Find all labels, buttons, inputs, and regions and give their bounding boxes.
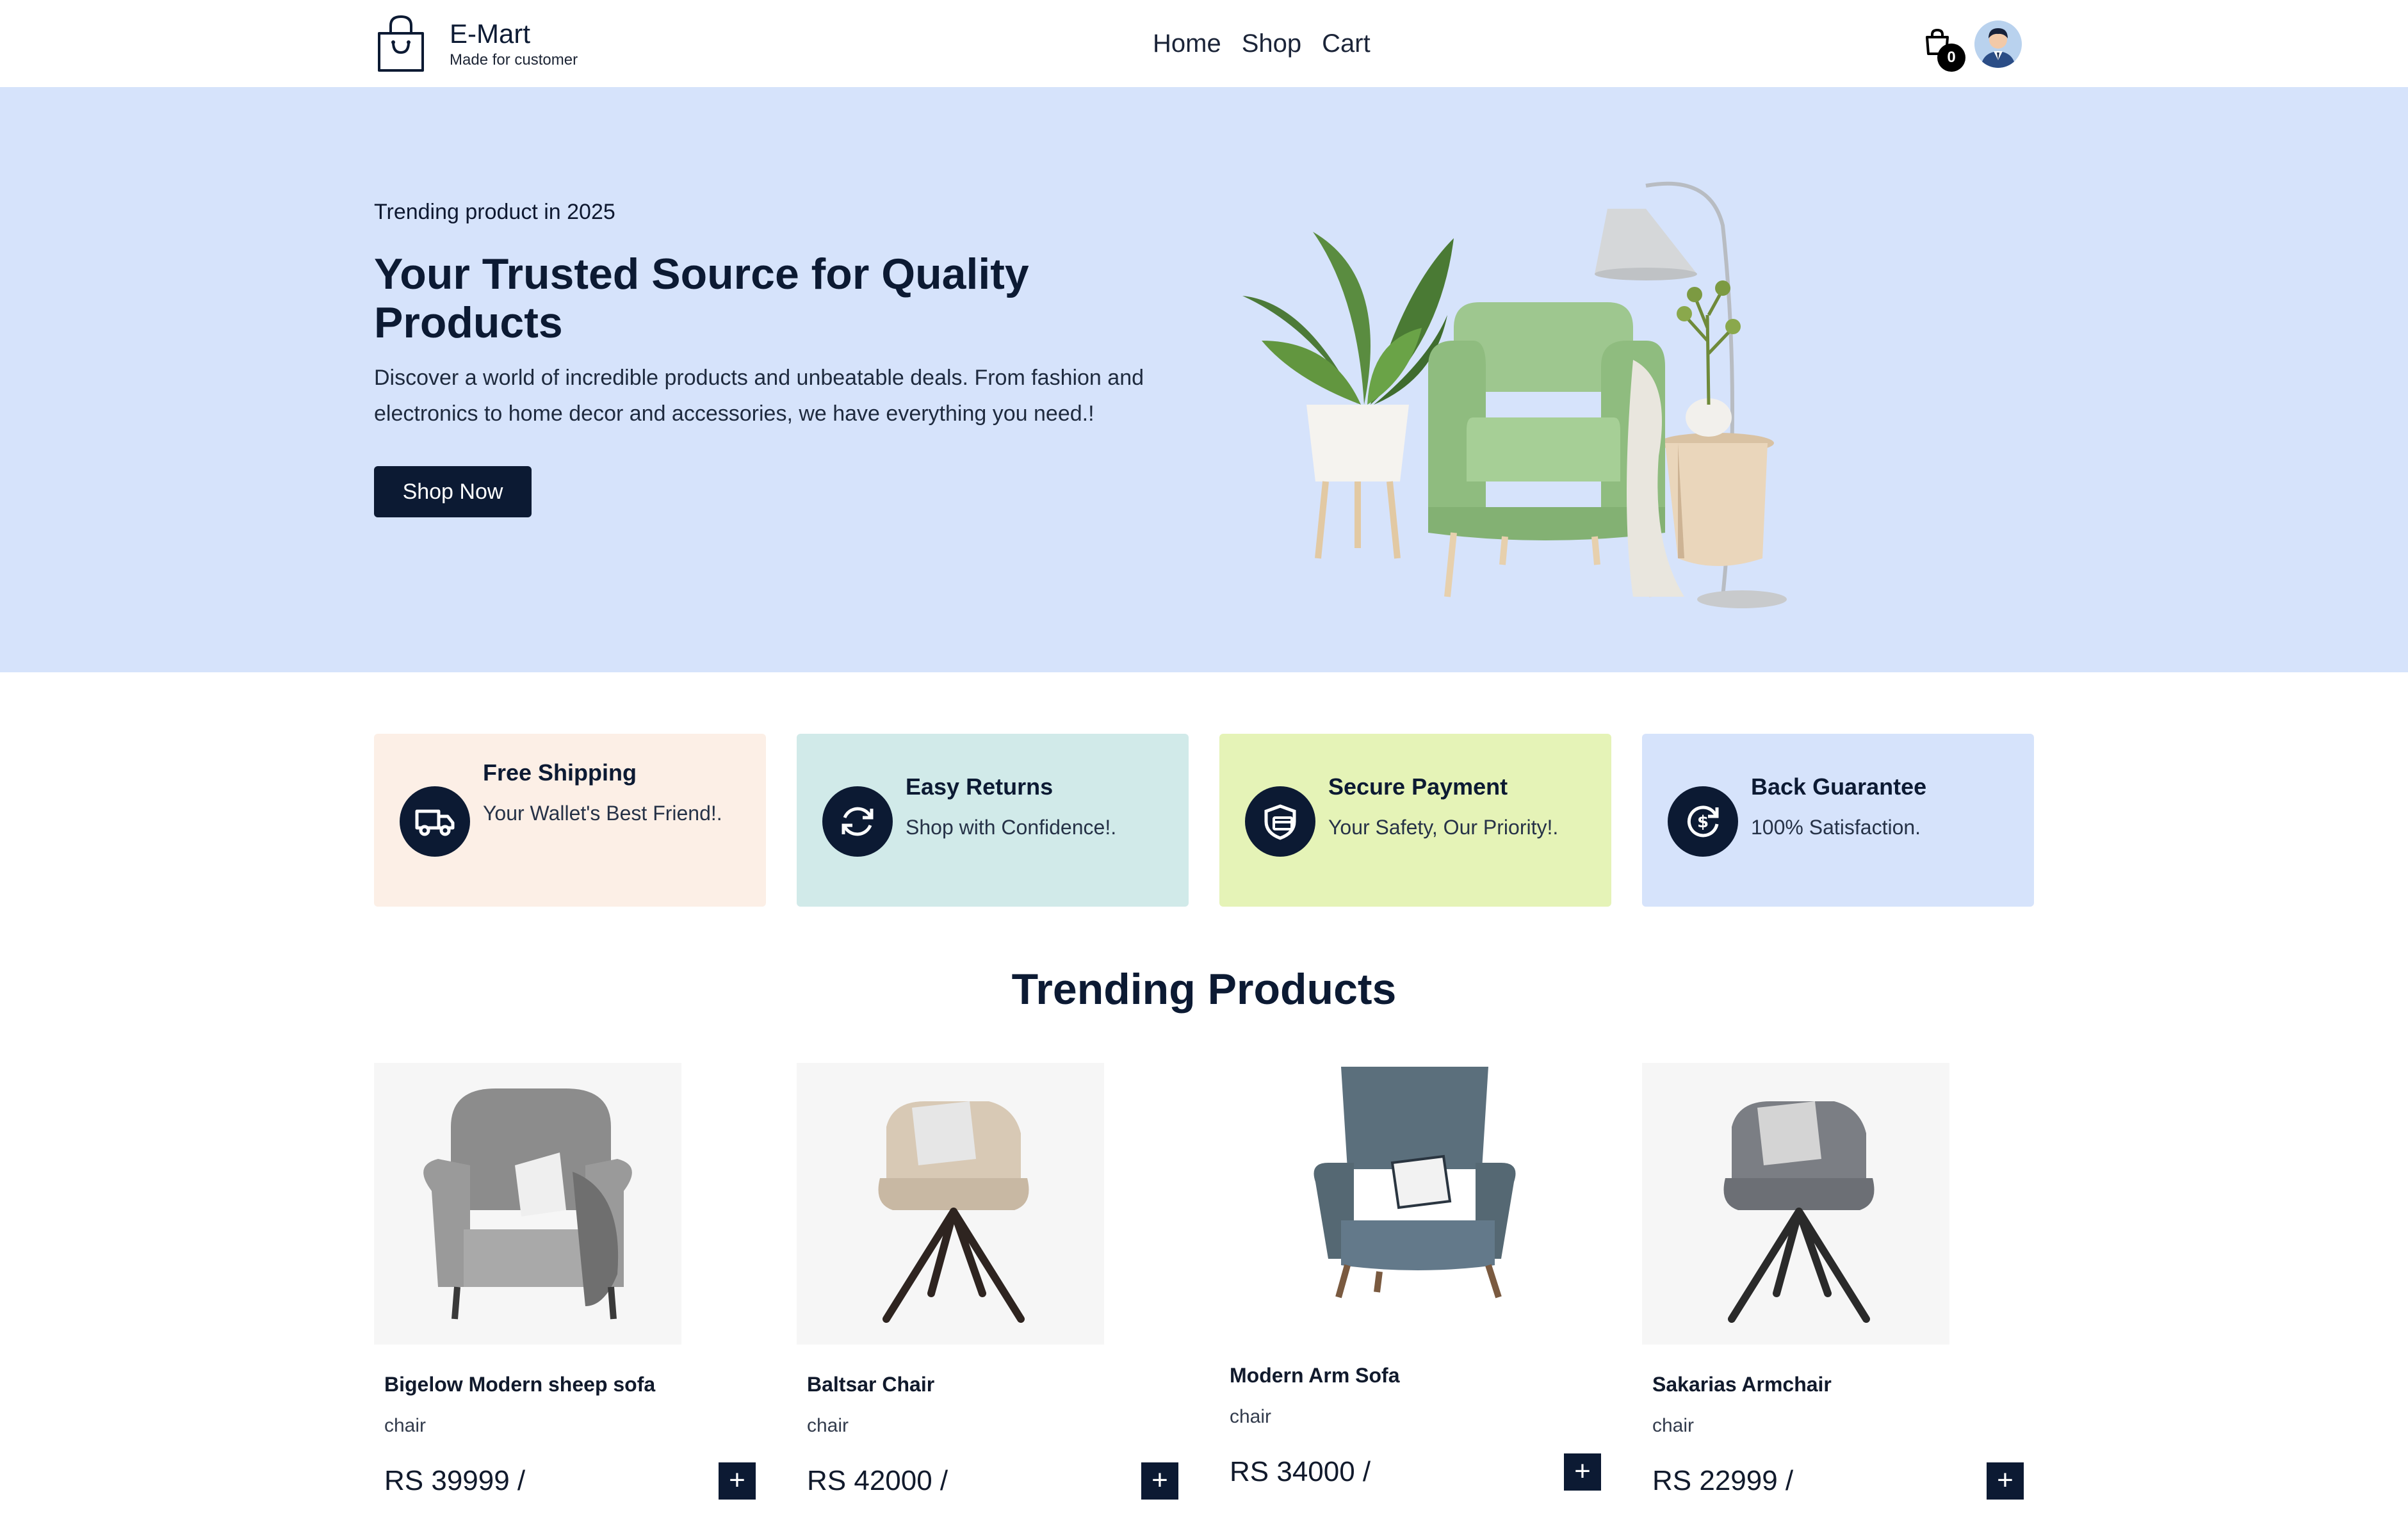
cart-count-badge: 0 <box>1937 44 1965 72</box>
refresh-icon <box>822 786 893 857</box>
add-to-cart-button[interactable]: + <box>1987 1462 2024 1500</box>
truck-icon <box>400 786 470 857</box>
hero-description: Discover a world of incredible products … <box>374 366 1144 426</box>
hero-eyebrow: Trending product in 2025 <box>374 200 615 224</box>
product-name: Bigelow Modern sheep sofa <box>384 1373 656 1396</box>
nav-home[interactable]: Home <box>1153 24 1221 63</box>
product-price: RS 22999 / <box>1652 1465 1794 1496</box>
add-to-cart-button[interactable]: + <box>719 1462 756 1500</box>
feature-title: Secure Payment <box>1328 773 1508 800</box>
add-to-cart-button[interactable]: + <box>1141 1462 1178 1500</box>
feature-text: 100% Satisfaction. <box>1751 816 1921 839</box>
shopping-bag-logo-icon <box>378 15 424 72</box>
brand[interactable]: E-Mart Made for customer <box>374 14 578 73</box>
product-name: Baltsar Chair <box>807 1373 935 1396</box>
product-card[interactable]: Baltsar Chair chair RS 42000 / + <box>797 1063 1189 1511</box>
svg-text:$: $ <box>1697 813 1709 832</box>
hero-armchair-image <box>1242 181 1787 608</box>
product-price: RS 34000 / <box>1230 1456 1371 1487</box>
product-category: chair <box>1652 1415 1695 1436</box>
site-header: E-Mart Made for customer Home Shop Cart … <box>0 0 2408 87</box>
add-to-cart-button[interactable]: + <box>1564 1453 1601 1491</box>
product-name: Sakarias Armchair <box>1652 1373 1832 1396</box>
hero-banner: Trending product in 2025 Your Trusted So… <box>0 87 2408 672</box>
product-card[interactable]: Bigelow Modern sheep sofa chair RS 39999… <box>374 1063 766 1511</box>
product-category: chair <box>1230 1406 1272 1427</box>
feature-card-free-shipping: Free Shipping Your Wallet's Best Friend!… <box>374 734 766 907</box>
product-image <box>1642 1063 1949 1345</box>
feature-text: Shop with Confidence!. <box>906 816 1117 839</box>
brand-name: E-Mart <box>450 19 530 49</box>
shop-now-button[interactable]: Shop Now <box>374 466 532 517</box>
feature-title: Back Guarantee <box>1751 773 1927 800</box>
product-price: RS 39999 / <box>384 1465 526 1496</box>
user-avatar-icon <box>1974 20 2022 68</box>
product-image <box>374 1063 681 1345</box>
feature-text: Your Wallet's Best Friend!. <box>483 802 722 825</box>
feature-text: Your Safety, Our Priority!. <box>1328 816 1559 839</box>
user-avatar[interactable] <box>1974 20 2022 68</box>
nav-shop[interactable]: Shop <box>1242 24 1301 63</box>
feature-title: Easy Returns <box>906 773 1054 800</box>
cart-button[interactable]: 0 <box>1923 27 1968 72</box>
money-back-icon: $ <box>1668 786 1738 857</box>
nav-cart[interactable]: Cart <box>1322 24 1371 63</box>
feature-card-easy-returns: Easy Returns Shop with Confidence!. <box>797 734 1189 907</box>
hero-title: Your Trusted Source for Quality Products <box>374 250 1029 347</box>
feature-card-secure-payment: Secure Payment Your Safety, Our Priority… <box>1219 734 1611 907</box>
feature-title: Free Shipping <box>483 759 637 786</box>
product-category: chair <box>384 1415 427 1436</box>
feature-card-back-guarantee: $ Back Guarantee 100% Satisfaction. <box>1642 734 2034 907</box>
trending-title: Trending Products <box>1011 965 1397 1014</box>
product-category: chair <box>807 1415 849 1436</box>
product-name: Modern Arm Sofa <box>1230 1364 1400 1387</box>
product-price: RS 42000 / <box>807 1465 948 1496</box>
brand-tagline: Made for customer <box>450 51 578 69</box>
main-nav: Home Shop Cart <box>1153 24 1391 63</box>
product-image <box>797 1063 1104 1345</box>
features-strip: Free Shipping Your Wallet's Best Friend!… <box>374 734 2034 908</box>
product-card[interactable]: Modern Arm Sofa chair RS 34000 / + <box>1219 1054 1611 1502</box>
product-image <box>1219 1054 1527 1336</box>
product-card[interactable]: Sakarias Armchair chair RS 22999 / + <box>1642 1063 2034 1511</box>
shield-card-icon <box>1245 786 1315 857</box>
